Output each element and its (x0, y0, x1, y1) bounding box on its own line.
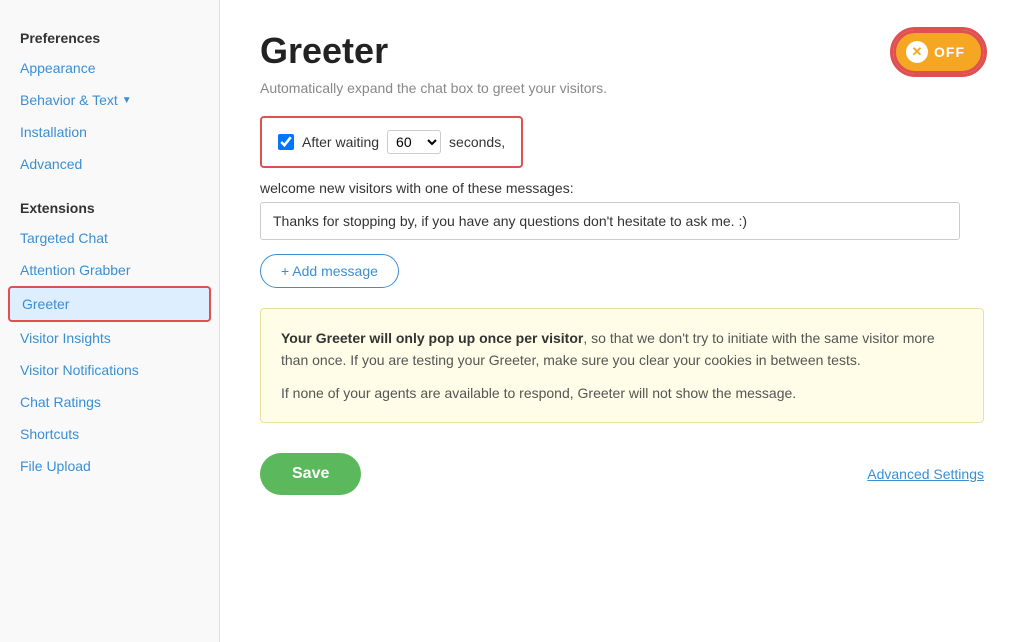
page-subtitle: Automatically expand the chat box to gre… (260, 80, 984, 96)
seconds-suffix: seconds, (449, 134, 505, 150)
sidebar-item-advanced[interactable]: Advanced (0, 148, 219, 180)
sidebar-item-installation[interactable]: Installation (0, 116, 219, 148)
add-message-button[interactable]: + Add message (260, 254, 399, 288)
sidebar-divider (0, 180, 219, 190)
main-header: Greeter ✕ OFF (260, 30, 984, 74)
sidebar-item-label-installation: Installation (20, 124, 87, 140)
chevron-down-icon: ▼ (122, 95, 132, 106)
sidebar-item-shortcuts[interactable]: Shortcuts (0, 418, 219, 450)
sidebar: Preferences Appearance Behavior & Text ▼… (0, 0, 220, 642)
sidebar-item-targeted-chat[interactable]: Targeted Chat (0, 222, 219, 254)
sidebar-item-label-visitor-notifications: Visitor Notifications (20, 362, 139, 378)
message-row (260, 202, 984, 240)
info-bold-text: Your Greeter will only pop up once per v… (281, 330, 583, 346)
save-button[interactable]: Save (260, 453, 361, 495)
sidebar-item-file-upload[interactable]: File Upload (0, 450, 219, 482)
welcome-text-row: welcome new visitors with one of these m… (260, 180, 984, 196)
waiting-box: After waiting 30 60 90 120 seconds, (260, 116, 523, 168)
sidebar-item-label-greeter: Greeter (22, 296, 69, 312)
after-label: After waiting (302, 134, 379, 150)
sidebar-item-chat-ratings[interactable]: Chat Ratings (0, 386, 219, 418)
message-input[interactable] (260, 202, 960, 240)
sidebar-item-behavior-text[interactable]: Behavior & Text ▼ (0, 84, 219, 116)
sidebar-item-visitor-insights[interactable]: Visitor Insights (0, 322, 219, 354)
sidebar-item-attention-grabber[interactable]: Attention Grabber (0, 254, 219, 286)
info-text-1: Your Greeter will only pop up once per v… (281, 327, 963, 372)
welcome-text: welcome new visitors with one of these m… (260, 180, 574, 196)
page-title: Greeter (260, 30, 388, 72)
toggle-button[interactable]: ✕ OFF (893, 30, 984, 74)
sidebar-item-greeter[interactable]: Greeter (8, 286, 211, 322)
sidebar-item-label-shortcuts: Shortcuts (20, 426, 79, 442)
toggle-x-icon: ✕ (906, 41, 928, 63)
footer-row: Save Advanced Settings (260, 453, 984, 495)
advanced-settings-link[interactable]: Advanced Settings (867, 466, 984, 482)
toggle-label: OFF (934, 44, 965, 60)
info-text-2: If none of your agents are available to … (281, 382, 963, 404)
waiting-checkbox[interactable] (278, 134, 294, 150)
sidebar-preferences-title: Preferences (0, 20, 219, 52)
sidebar-item-appearance[interactable]: Appearance (0, 52, 219, 84)
sidebar-item-label-file-upload: File Upload (20, 458, 91, 474)
sidebar-item-label-attention-grabber: Attention Grabber (20, 262, 131, 278)
seconds-select[interactable]: 30 60 90 120 (387, 130, 441, 154)
sidebar-item-visitor-notifications[interactable]: Visitor Notifications (0, 354, 219, 386)
sidebar-item-label-targeted-chat: Targeted Chat (20, 230, 108, 246)
sidebar-item-label-chat-ratings: Chat Ratings (20, 394, 101, 410)
main-content: Greeter ✕ OFF Automatically expand the c… (220, 0, 1024, 642)
sidebar-extensions-title: Extensions (0, 190, 219, 222)
info-box: Your Greeter will only pop up once per v… (260, 308, 984, 423)
sidebar-item-label-appearance: Appearance (20, 60, 96, 76)
sidebar-item-label-advanced: Advanced (20, 156, 82, 172)
sidebar-item-label-behavior: Behavior & Text (20, 92, 118, 108)
sidebar-item-label-visitor-insights: Visitor Insights (20, 330, 111, 346)
